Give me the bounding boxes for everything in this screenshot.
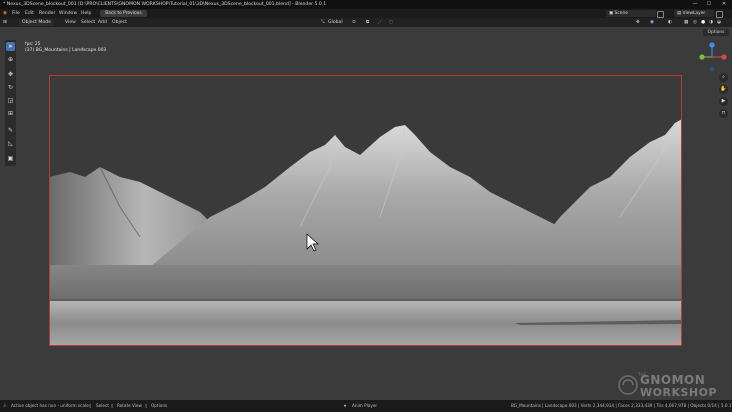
tool-shelf: ➤ ⊕ ✥ ↻ ◲ ⊞ ✎ ◺ ▣ (5, 40, 16, 166)
gnomon-workshop-logo: THE GNOMON WORKSHOP (618, 370, 728, 400)
annotate-tool-icon[interactable]: ✎ (6, 126, 15, 135)
status-anim-player[interactable]: Anim Player (352, 400, 377, 412)
scene-statistics: BG_Mountains | Landscape.003 | Verts 2,3… (511, 403, 732, 408)
mouse-middle-icon: ▯ (111, 403, 114, 408)
menu-help[interactable]: Help (81, 9, 91, 18)
transform-tool-icon[interactable]: ⊞ (6, 109, 15, 118)
view-layer-selector[interactable]: ▤ ViewLayer (674, 10, 714, 17)
window-title: * Nexus_3DScene_blockout_001 [D:\PRO\CLI… (3, 2, 327, 7)
options-dropdown[interactable]: Options (703, 29, 729, 36)
object-info-readout: (37) BG_Mountains | Landscape.003 (25, 48, 107, 53)
header-menu-add[interactable]: Add (98, 18, 107, 27)
gizmo-toggle-icon[interactable]: ✥ (636, 18, 640, 27)
menu-file[interactable]: File (12, 9, 20, 18)
3d-viewport[interactable]: fps: 25 (37) BG_Mountains | Landscape.00… (0, 27, 732, 400)
shading-solid-icon[interactable]: ● (701, 18, 705, 27)
mouse-right-icon: ▯ (145, 403, 148, 408)
cursor-tool-icon[interactable]: ⊕ (6, 55, 15, 64)
status-select: Select (96, 403, 109, 408)
close-icon[interactable]: ✕ (718, 0, 730, 9)
pan-hand-icon[interactable]: ✋ (719, 85, 728, 94)
anim-player-icon: ⏺ (344, 403, 347, 408)
scene-label: Scene (614, 11, 628, 16)
status-options: Options (151, 403, 168, 408)
measure-tool-icon[interactable]: ◺ (6, 139, 15, 148)
orientation-icon: ⤡ (321, 20, 325, 25)
snap-icon[interactable]: ⧉ (366, 18, 369, 27)
minimize-icon[interactable]: — (689, 0, 701, 9)
menu-render[interactable]: Render (39, 9, 55, 18)
status-rotate-view: Rotate View (117, 403, 142, 408)
proportional-edit-icon[interactable]: ◌ (389, 18, 393, 27)
mode-selector[interactable]: Object Mode (19, 19, 54, 26)
camera-view-icon[interactable]: ▶ (719, 97, 728, 106)
header-menu-select[interactable]: Select (81, 18, 95, 27)
status-hint: Active object has non - uniform scale (11, 403, 89, 408)
lock-icon[interactable]: ⊓ (719, 109, 728, 118)
menu-window[interactable]: Window (59, 9, 77, 18)
shading-material-icon[interactable]: ◑ (709, 18, 713, 27)
z-axis-handle[interactable] (709, 42, 715, 48)
orientation-selector[interactable]: Global (328, 18, 343, 27)
copy-scene-icon[interactable] (657, 11, 664, 18)
camera-frame (49, 75, 682, 346)
header-menu-object[interactable]: Object (112, 18, 127, 27)
title-bar: * Nexus_3DScene_blockout_001 [D:\PRO\CLI… (0, 0, 732, 9)
pivot-icon[interactable]: ⊙ (352, 18, 356, 27)
header-menu-view[interactable]: View (65, 18, 76, 27)
shading-wireframe-icon[interactable]: ◎ (693, 18, 697, 27)
y-axis-handle[interactable] (699, 54, 705, 60)
move-tool-icon[interactable]: ✥ (6, 70, 15, 79)
x-axis-handle[interactable] (721, 54, 727, 60)
mouse-left-icon: ▯ (89, 403, 92, 408)
snap-target-icon[interactable]: ⋰ (378, 18, 383, 27)
rotate-tool-icon[interactable]: ↻ (6, 83, 15, 92)
visibility-icon[interactable]: ◉ (650, 18, 654, 27)
back-to-previous-button[interactable]: Back to Previous (100, 10, 147, 17)
scene-selector[interactable]: ▣ Scene (606, 10, 656, 17)
gnomon-logo-icon (618, 375, 638, 395)
menu-edit[interactable]: Edit (25, 9, 34, 18)
editor-type-icon[interactable]: ⊞ (3, 18, 7, 27)
scale-tool-icon[interactable]: ◲ (6, 96, 15, 105)
status-bar: ⚠ Active object has non - uniform scale … (0, 400, 732, 412)
select-box-tool-icon[interactable]: ➤ (6, 42, 15, 51)
view-layer-label: ViewLayer (682, 11, 706, 16)
shading-rendered-icon[interactable]: ◒ (717, 18, 721, 27)
blender-logo-icon[interactable]: ◉ (3, 9, 7, 18)
viewport-header: ⊞ Object Mode View Select Add Object ⤡ G… (0, 18, 732, 27)
zoom-icon[interactable]: ⌕ (719, 73, 728, 82)
neg-z-axis-handle[interactable] (709, 66, 715, 72)
copy-view-layer-icon[interactable] (716, 11, 723, 18)
watermark-line2: WORKSHOP (640, 386, 718, 399)
watermark-line1: GNOMON (640, 373, 706, 387)
warning-icon: ⚠ (3, 403, 7, 408)
add-cube-tool-icon[interactable]: ▣ (6, 154, 15, 163)
overlay-icon[interactable]: ◐ (668, 18, 672, 27)
maximize-icon[interactable]: ☐ (703, 0, 715, 9)
navigation-gizmo[interactable] (696, 41, 728, 73)
xray-icon[interactable]: ▦ (684, 18, 688, 27)
fps-readout: fps: 25 (25, 42, 41, 47)
